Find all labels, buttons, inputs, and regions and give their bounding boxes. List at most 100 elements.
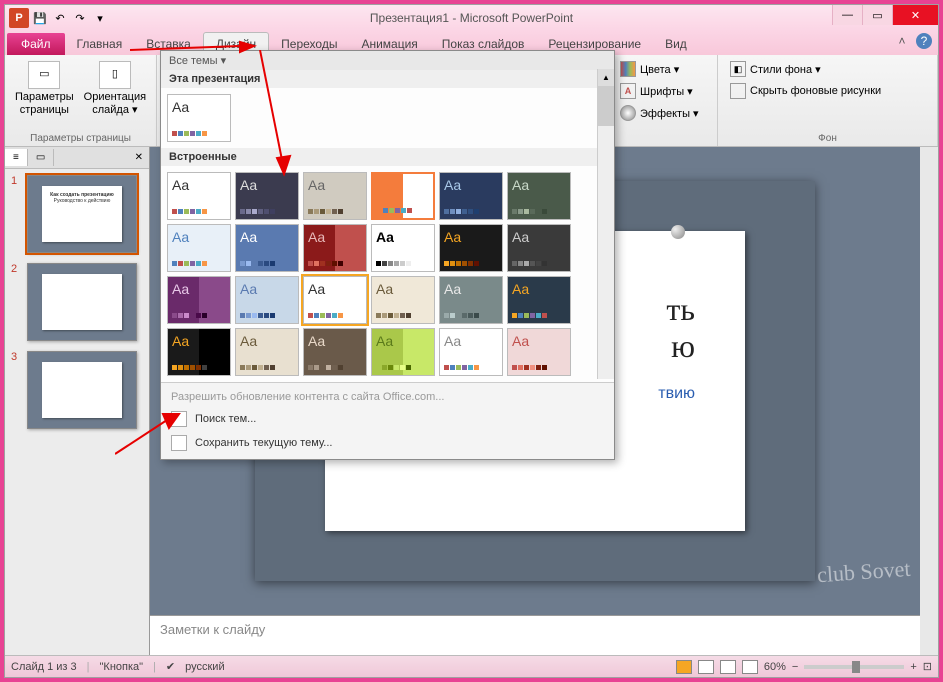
theme-color-swatches xyxy=(240,261,294,267)
theme-thumbnail[interactable]: Aa xyxy=(439,328,503,376)
slide-thumb-3[interactable] xyxy=(27,351,137,429)
gallery-section-builtin: Встроенные xyxy=(161,148,614,166)
theme-color-swatches xyxy=(376,365,430,371)
status-slide-count: Слайд 1 из 3 xyxy=(11,661,77,673)
scroll-thumb[interactable] xyxy=(598,86,614,126)
theme-thumbnail[interactable]: Aa xyxy=(235,328,299,376)
fit-to-window-button[interactable]: ⊡ xyxy=(923,660,932,673)
theme-color-swatches xyxy=(444,209,498,215)
theme-color-swatches xyxy=(377,208,429,214)
tab-view[interactable]: Вид xyxy=(653,33,699,55)
panel-tab-outline[interactable]: ▭ xyxy=(28,149,54,166)
close-button[interactable]: ✕ xyxy=(892,5,938,25)
theme-thumbnail[interactable]: Aa xyxy=(167,276,231,324)
normal-view-button[interactable] xyxy=(676,660,692,674)
zoom-in-button[interactable]: + xyxy=(910,661,916,673)
slide-orientation-button[interactable]: ▯ Ориентация слайда ▾ xyxy=(82,59,148,119)
theme-thumbnail[interactable]: Aa xyxy=(303,276,367,324)
theme-thumbnail[interactable]: Aa xyxy=(167,328,231,376)
theme-sample-text: Aa xyxy=(240,229,294,245)
theme-thumbnail[interactable]: Aa xyxy=(167,94,231,142)
theme-sample-text: Aa xyxy=(512,281,566,297)
thumb-number: 2 xyxy=(11,263,21,341)
app-icon[interactable]: P xyxy=(9,8,29,28)
theme-thumbnail[interactable]: Aa xyxy=(235,224,299,272)
scroll-up-icon[interactable]: ▲ xyxy=(598,69,614,86)
theme-thumbnail[interactable]: Aa xyxy=(371,172,435,220)
theme-thumbnail[interactable]: Aa xyxy=(303,328,367,376)
slide-panel: ≡ ▭ ✕ 1 Как создать презентациюРуководст… xyxy=(5,147,150,655)
redo-icon[interactable]: ↷ xyxy=(71,9,89,27)
theme-thumbnail[interactable]: Aa xyxy=(439,224,503,272)
slide-thumb-2[interactable] xyxy=(27,263,137,341)
theme-thumbnail[interactable]: Aa xyxy=(371,276,435,324)
zoom-slider[interactable] xyxy=(804,665,904,669)
theme-color-swatches xyxy=(240,209,294,215)
slide-thumb-1[interactable]: Как создать презентациюРуководство к дей… xyxy=(27,175,137,253)
theme-gallery-dropdown: Все темы ▾ Эта презентация Aa Встроенные… xyxy=(160,50,615,460)
tab-home[interactable]: Главная xyxy=(65,33,135,55)
zoom-level[interactable]: 60% xyxy=(764,661,786,673)
theme-sample-text: Aa xyxy=(308,333,362,349)
theme-thumbnail[interactable]: Aa xyxy=(303,224,367,272)
maximize-button[interactable]: ▭ xyxy=(862,5,892,25)
theme-thumbnail[interactable]: Aa xyxy=(507,224,571,272)
status-bar: Слайд 1 из 3 | "Кнопка" | ✔ русский 60% … xyxy=(5,655,938,677)
theme-color-swatches xyxy=(308,313,362,319)
theme-sample-text: Aa xyxy=(240,281,294,297)
panel-tab-slides[interactable]: ≡ xyxy=(5,149,28,166)
page-setup-icon: ▭ xyxy=(28,61,60,89)
tab-file[interactable]: Файл xyxy=(7,33,65,55)
notes-pane[interactable]: Заметки к слайду xyxy=(150,615,920,655)
background-styles-button[interactable]: ◧Стили фона ▾ xyxy=(726,59,929,79)
thumb-row-3: 3 xyxy=(11,351,143,429)
sorter-view-button[interactable] xyxy=(698,660,714,674)
theme-sample-text: Aa xyxy=(172,99,226,115)
theme-thumbnail[interactable]: Aa xyxy=(439,276,503,324)
spellcheck-icon[interactable]: ✔ xyxy=(166,660,175,673)
theme-thumbnail[interactable]: Aa xyxy=(507,276,571,324)
browse-icon xyxy=(171,411,187,427)
theme-sample-text: Aa xyxy=(308,177,362,193)
theme-sample-text: Aa xyxy=(240,177,294,193)
hide-bg-graphics-checkbox[interactable]: Скрыть фоновые рисунки xyxy=(726,81,929,101)
theme-color-swatches xyxy=(172,365,226,371)
theme-thumbnail[interactable]: Aa xyxy=(167,172,231,220)
ribbon-minimize-icon[interactable]: ˄ xyxy=(894,33,910,49)
theme-thumbnail[interactable]: Aa xyxy=(235,276,299,324)
theme-thumbnail[interactable]: Aa xyxy=(371,328,435,376)
theme-sample-text: Aa xyxy=(376,229,430,245)
gallery-header[interactable]: Все темы ▾ xyxy=(161,51,614,70)
orientation-icon: ▯ xyxy=(99,61,131,89)
theme-thumbnail[interactable]: Aa xyxy=(507,328,571,376)
qat-more-icon[interactable]: ▾ xyxy=(91,9,109,27)
gallery-save-theme[interactable]: Сохранить текущую тему... xyxy=(161,431,614,455)
theme-color-swatches xyxy=(308,209,362,215)
zoom-out-button[interactable]: − xyxy=(792,661,798,673)
fonts-button[interactable]: AШрифты ▾ xyxy=(616,81,709,101)
minimize-button[interactable]: — xyxy=(832,5,862,25)
help-icon[interactable]: ? xyxy=(916,33,932,49)
panel-tabs: ≡ ▭ ✕ xyxy=(5,147,149,169)
gallery-browse-themes[interactable]: Поиск тем... xyxy=(161,407,614,431)
colors-button[interactable]: Цвета ▾ xyxy=(616,59,709,79)
theme-thumbnail[interactable]: Aa xyxy=(235,172,299,220)
page-setup-button[interactable]: ▭ Параметры страницы xyxy=(13,59,76,119)
group-page-setup: ▭ Параметры страницы ▯ Ориентация слайда… xyxy=(5,55,157,146)
theme-thumbnail[interactable]: Aa xyxy=(303,172,367,220)
vertical-scrollbar[interactable] xyxy=(920,147,938,655)
reading-view-button[interactable] xyxy=(720,660,736,674)
slideshow-view-button[interactable] xyxy=(742,660,758,674)
panel-close-button[interactable]: ✕ xyxy=(129,152,149,163)
gallery-scrollbar[interactable]: ▲ xyxy=(597,69,614,379)
theme-thumbnail[interactable]: Aa xyxy=(439,172,503,220)
theme-thumbnail[interactable]: Aa xyxy=(371,224,435,272)
theme-thumbnail[interactable]: Aa xyxy=(167,224,231,272)
pushpin-icon xyxy=(671,225,685,239)
undo-icon[interactable]: ↶ xyxy=(51,9,69,27)
gallery-office-update[interactable]: Разрешить обновление контента с сайта Of… xyxy=(161,387,614,407)
status-language[interactable]: русский xyxy=(185,661,224,673)
effects-button[interactable]: Эффекты ▾ xyxy=(616,103,709,123)
save-icon[interactable]: 💾 xyxy=(31,9,49,27)
theme-thumbnail[interactable]: Aa xyxy=(507,172,571,220)
